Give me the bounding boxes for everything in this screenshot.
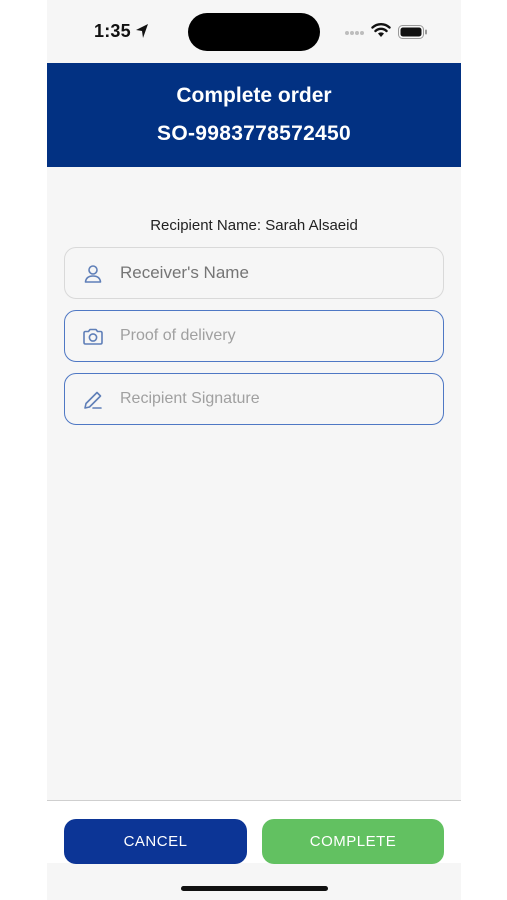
wifi-icon (371, 23, 391, 37)
app-screen: 1:35 Complete order SO-9983778572450 Rec… (47, 0, 461, 900)
person-icon (84, 265, 102, 283)
home-indicator[interactable] (181, 886, 328, 891)
complete-button[interactable]: COMPLETE (262, 819, 444, 864)
recipient-signature-placeholder: Recipient Signature (120, 390, 260, 407)
receiver-name-field[interactable] (64, 247, 444, 299)
dynamic-island (188, 13, 320, 51)
receiver-name-input[interactable] (120, 263, 420, 283)
recipient-signature-field[interactable]: Recipient Signature (64, 373, 444, 425)
proof-of-delivery-field[interactable]: Proof of delivery (64, 310, 444, 362)
battery-icon (398, 25, 427, 39)
proof-of-delivery-placeholder: Proof of delivery (120, 327, 236, 344)
pencil-icon (84, 391, 102, 409)
camera-icon (83, 328, 103, 345)
status-time: 1:35 (94, 21, 131, 41)
order-number: SO-9983778572450 (157, 122, 351, 145)
cellular-signal-icon (345, 31, 364, 35)
recipient-name-label: Recipient Name: Sarah Alsaeid (150, 217, 358, 234)
location-arrow-icon (136, 24, 148, 38)
order-header: Complete order SO-9983778572450 (47, 63, 461, 167)
page-title: Complete order (176, 84, 332, 107)
status-bar: 1:35 (47, 0, 461, 63)
cancel-button[interactable]: CANCEL (64, 819, 247, 864)
